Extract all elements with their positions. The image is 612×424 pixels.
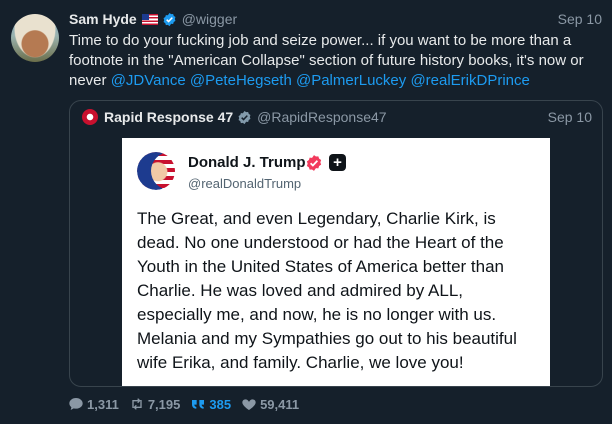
tweet-text-line: Time to do your fucking job and seize po… — [69, 32, 559, 49]
mention-link[interactable]: @realErikDPrince — [410, 72, 529, 89]
verified-icon — [163, 12, 176, 26]
quoted-tweet[interactable]: Rapid Response 47 @RapidResponse47 Sep 1… — [69, 100, 603, 387]
mention-link[interactable]: @JDVance — [111, 72, 186, 89]
trump-avatar — [137, 152, 175, 190]
quote-count: 385 — [209, 396, 232, 412]
quoted-tweet-header: Rapid Response 47 @RapidResponse47 Sep 1… — [82, 108, 592, 126]
heart-icon — [242, 399, 256, 410]
author-avatar[interactable] — [11, 14, 59, 62]
truth-verified-badge-icon — [306, 155, 322, 171]
quoted-author-handle[interactable]: @RapidResponse47 — [257, 109, 386, 125]
reply-button[interactable]: 1,311 — [68, 396, 119, 412]
tweet: Sam Hyde @wigger Sep 10 Time to do your … — [0, 0, 612, 424]
reply-count: 1,311 — [87, 396, 119, 412]
like-button[interactable]: 59,411 — [241, 396, 299, 412]
mention-link[interactable]: @PalmerLuckey — [296, 72, 406, 89]
reply-icon — [69, 398, 83, 410]
like-count: 59,411 — [260, 396, 300, 412]
tweet-header: Sam Hyde @wigger Sep 10 — [69, 9, 602, 29]
quoted-author-name[interactable]: Rapid Response 47 — [104, 109, 233, 125]
tweet-text: Time to do your fucking job and seize po… — [69, 31, 603, 91]
quoted-author-avatar[interactable] — [82, 109, 98, 125]
quoted-tweet-date[interactable]: Sep 10 — [548, 109, 592, 125]
quote-tweets-button[interactable]: 385 — [190, 396, 231, 412]
post-text: The Great, and even Legendary, Charlie K… — [137, 209, 517, 372]
gray-verified-icon — [238, 110, 251, 124]
author-name[interactable]: Sam Hyde — [69, 11, 137, 27]
quote-icon — [192, 400, 205, 409]
post-author-handle: @realDonaldTrump — [188, 176, 302, 191]
retweet-count: 7,195 — [147, 396, 181, 412]
retweet-icon — [132, 398, 142, 410]
us-flag-icon — [141, 13, 158, 25]
mention-link[interactable]: @PeteHegseth — [190, 72, 292, 89]
author-handle[interactable]: @wigger — [182, 11, 237, 27]
retweet-button[interactable]: 7,195 — [129, 396, 181, 412]
plus-badge-icon: + — [329, 154, 346, 171]
truth-social-post-image[interactable]: Donald J. Trump + @realDonaldTrump The G… — [122, 138, 550, 386]
post-author-name: Donald J. Trump — [188, 154, 306, 171]
tweet-actions: 1,311 7,195 385 59,411 — [68, 396, 309, 412]
tweet-date[interactable]: Sep 10 — [558, 11, 602, 27]
